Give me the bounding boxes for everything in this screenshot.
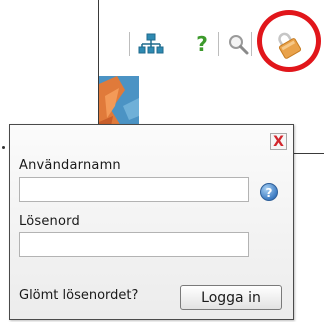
help-icon[interactable]: ? <box>189 30 215 58</box>
login-button[interactable]: Logga in <box>180 285 282 310</box>
info-button[interactable]: ? <box>260 183 278 201</box>
toolbar-separator <box>129 32 130 56</box>
password-input[interactable] <box>19 232 249 257</box>
username-label: Användarnamn <box>19 158 121 173</box>
username-input[interactable] <box>19 177 249 202</box>
pointer-dot <box>2 146 5 149</box>
forgot-password-link[interactable]: Glömt lösenordet? <box>19 288 138 303</box>
sitemap-icon[interactable] <box>138 30 164 58</box>
info-icon: ? <box>265 186 273 200</box>
search-icon[interactable] <box>225 30 251 58</box>
highlight-circle <box>257 10 321 72</box>
close-button[interactable]: X <box>270 133 287 150</box>
toolbar-separator <box>251 32 252 56</box>
toolbar-separator <box>218 32 219 56</box>
password-label: Lösenord <box>19 214 80 229</box>
help-glyph: ? <box>196 32 208 56</box>
close-icon: X <box>273 134 284 150</box>
login-dialog: X Användarnamn ? Lösenord Glömt lösenord… <box>9 124 294 320</box>
